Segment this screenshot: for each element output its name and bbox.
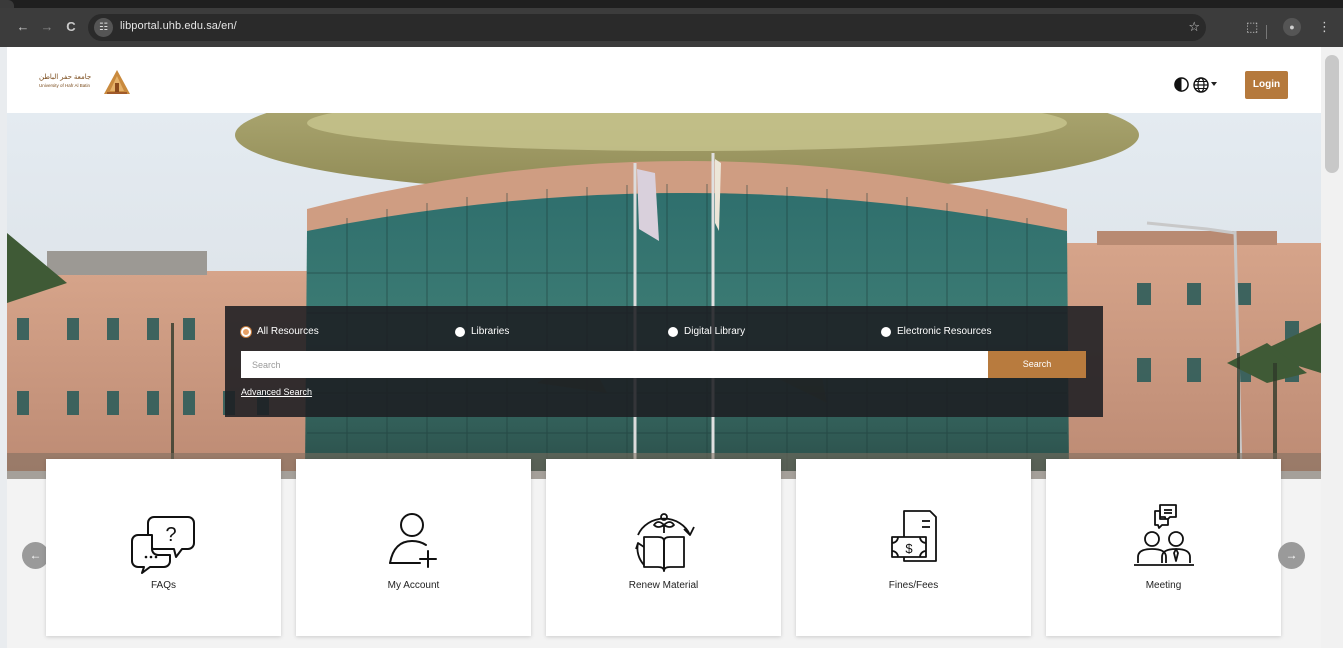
radio-electronic-resources[interactable]: Electronic Resources bbox=[881, 326, 991, 337]
radio-unselected-icon bbox=[668, 326, 678, 337]
logo-emblem-icon bbox=[104, 70, 130, 94]
hero-banner: All Resources Libraries Digital Library … bbox=[7, 113, 1321, 479]
forward-arrow-icon[interactable]: → bbox=[38, 18, 56, 36]
quick-links-carousel: ← ? FAQs My Account Renew Material $ Fin… bbox=[7, 459, 1321, 648]
site-header: جامعة حفر الباطن University of Hafr Al B… bbox=[7, 47, 1321, 113]
renew-book-icon bbox=[634, 513, 695, 572]
radio-unselected-icon bbox=[455, 326, 465, 337]
card-label: Renew Material bbox=[628, 580, 699, 591]
card-label: FAQs bbox=[150, 580, 176, 591]
search-button[interactable]: Search bbox=[988, 351, 1086, 378]
carousel-prev-icon[interactable]: ← bbox=[22, 542, 49, 569]
page-scrollbar[interactable] bbox=[1321, 47, 1343, 648]
logo-text-english: University of Hafr Al Batin bbox=[39, 83, 91, 88]
radio-label: Digital Library bbox=[684, 326, 746, 337]
meeting-icon bbox=[1133, 504, 1194, 566]
window-edge bbox=[0, 47, 7, 648]
browser-menu-icon[interactable]: ⋮ bbox=[1318, 18, 1331, 36]
radio-all-resources[interactable]: All Resources bbox=[241, 326, 319, 337]
page-viewport: جامعة حفر الباطن University of Hafr Al B… bbox=[7, 47, 1321, 648]
extensions-icon[interactable]: ⬚ bbox=[1246, 18, 1258, 36]
search-input[interactable] bbox=[241, 351, 988, 378]
logo-text-arabic: جامعة حفر الباطن bbox=[39, 74, 92, 81]
radio-label: Libraries bbox=[471, 326, 510, 337]
language-dropdown-caret-icon[interactable] bbox=[1211, 82, 1217, 86]
advanced-search-link[interactable]: Advanced Search bbox=[241, 387, 312, 397]
browser-chrome: ← → C ☷ libportal.uhb.edu.sa/en/ ☆ ⬚ ● ⋮ bbox=[0, 0, 1343, 47]
svg-text:$: $ bbox=[905, 541, 913, 556]
radio-libraries[interactable]: Libraries bbox=[455, 326, 509, 337]
radio-label: Electronic Resources bbox=[897, 326, 992, 337]
toolbar-divider bbox=[1266, 25, 1267, 39]
campus-building-image bbox=[7, 113, 1321, 479]
back-arrow-icon[interactable]: ← bbox=[14, 18, 32, 36]
card-renew-material[interactable]: Renew Material bbox=[546, 459, 781, 636]
address-bar[interactable]: ☷ libportal.uhb.edu.sa/en/ ☆ bbox=[88, 14, 1206, 41]
bookmark-star-icon[interactable]: ☆ bbox=[1188, 19, 1200, 35]
svg-text:?: ? bbox=[165, 524, 176, 546]
radio-unselected-icon bbox=[881, 326, 891, 337]
card-label: Meeting bbox=[1145, 580, 1182, 591]
tab-strip bbox=[0, 0, 1343, 8]
login-button[interactable]: Login bbox=[1245, 71, 1288, 99]
browser-tab[interactable] bbox=[0, 0, 14, 8]
globe-icon[interactable] bbox=[1193, 77, 1209, 93]
profile-avatar-icon[interactable]: ● bbox=[1283, 18, 1301, 36]
card-my-account[interactable]: My Account bbox=[296, 459, 531, 636]
add-user-icon bbox=[388, 513, 437, 568]
card-fines-fees[interactable]: $ Fines/Fees bbox=[796, 459, 1031, 636]
radio-selected-icon bbox=[241, 326, 251, 337]
browser-toolbar: ← → C ☷ libportal.uhb.edu.sa/en/ ☆ ⬚ ● ⋮ bbox=[0, 8, 1343, 47]
site-info-icon[interactable]: ☷ bbox=[94, 18, 113, 37]
card-meeting[interactable]: Meeting bbox=[1046, 459, 1281, 636]
search-panel: All Resources Libraries Digital Library … bbox=[225, 306, 1103, 417]
scrollbar-thumb[interactable] bbox=[1325, 55, 1339, 173]
faq-chat-icon: ? bbox=[130, 516, 195, 574]
radio-digital-library[interactable]: Digital Library bbox=[668, 326, 745, 337]
card-label: My Account bbox=[387, 580, 440, 591]
reload-icon[interactable]: C bbox=[62, 18, 80, 36]
contrast-icon[interactable] bbox=[1174, 77, 1189, 92]
url-text[interactable]: libportal.uhb.edu.sa/en/ bbox=[120, 20, 237, 32]
card-label: Fines/Fees bbox=[888, 580, 939, 591]
carousel-next-icon[interactable]: → bbox=[1278, 542, 1305, 569]
radio-label: All Resources bbox=[257, 326, 319, 337]
card-faqs[interactable]: ? FAQs bbox=[46, 459, 281, 636]
university-logo[interactable]: جامعة حفر الباطن University of Hafr Al B… bbox=[31, 69, 141, 95]
fines-invoice-icon: $ bbox=[890, 510, 937, 562]
